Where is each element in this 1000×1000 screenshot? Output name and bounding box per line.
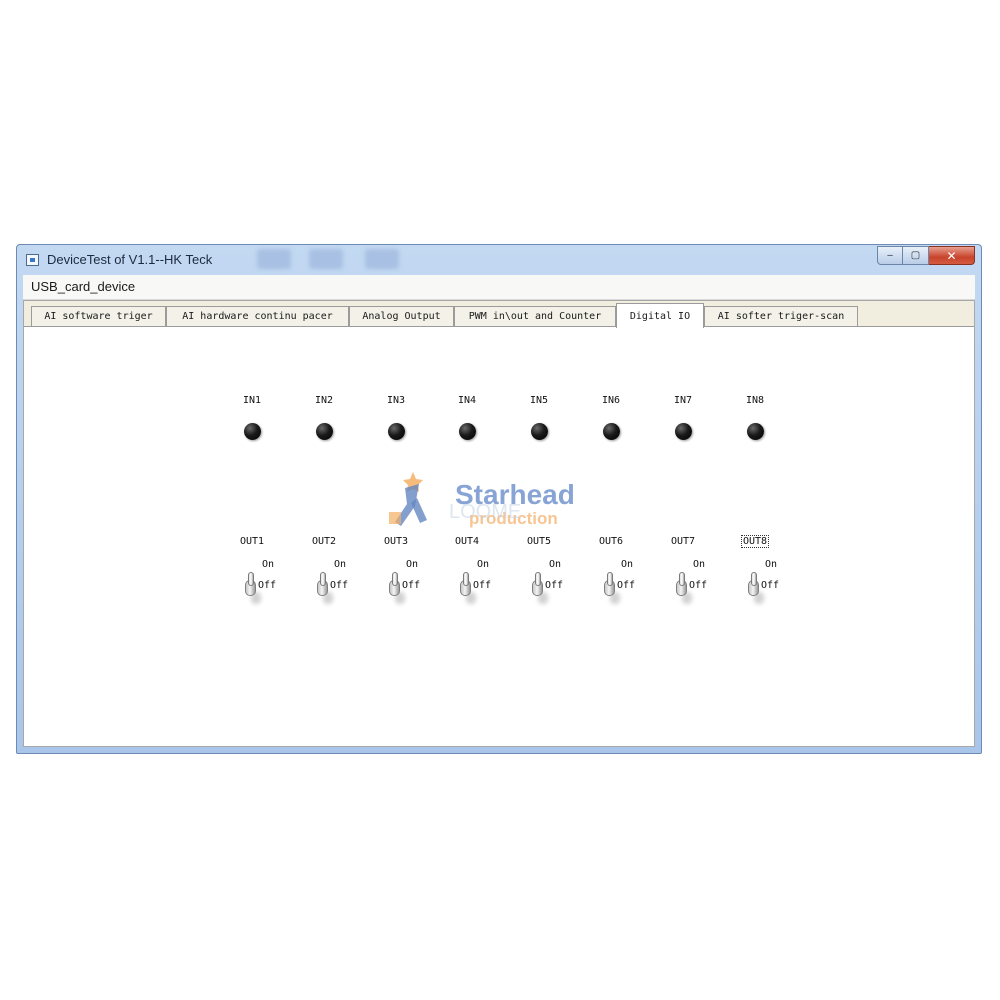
input-led-1 bbox=[244, 423, 261, 440]
maximize-icon: ▢ bbox=[910, 250, 921, 261]
title-bar-blur bbox=[309, 249, 343, 269]
input-led-4 bbox=[459, 423, 476, 440]
input-label-7: IN7 bbox=[673, 395, 693, 406]
output-label-text: OUT8 bbox=[740, 535, 770, 548]
output-on-label-1: On bbox=[262, 559, 275, 570]
output-label-5: OUT5 bbox=[517, 536, 561, 547]
minimize-icon: ‒ bbox=[886, 250, 894, 261]
tab-digital-io[interactable]: Digital IO bbox=[616, 303, 704, 328]
output-off-label-8: Off bbox=[761, 580, 780, 591]
output-label-text: OUT4 bbox=[454, 536, 480, 547]
output-label-text: OUT2 bbox=[311, 536, 337, 547]
output-label-text: OUT3 bbox=[383, 536, 409, 547]
toggle-lever-icon bbox=[535, 572, 541, 586]
output-label-3: OUT3 bbox=[374, 536, 418, 547]
output-toggle-switch-7[interactable] bbox=[676, 572, 692, 604]
output-label-text: OUT7 bbox=[670, 536, 696, 547]
output-off-label-3: Off bbox=[402, 580, 421, 591]
title-bar-blur bbox=[257, 249, 291, 269]
close-icon: ✕ bbox=[946, 248, 957, 263]
tab-strip: AI software triger AI hardware continu p… bbox=[24, 301, 974, 328]
menu-bar: USB_card_device bbox=[23, 275, 975, 300]
input-label-8: IN8 bbox=[745, 395, 765, 406]
toggle-lever-icon bbox=[751, 572, 757, 586]
toggle-lever-icon bbox=[248, 572, 254, 586]
window-title: DeviceTest of V1.1--HK Teck bbox=[47, 252, 213, 267]
output-on-label-5: On bbox=[549, 559, 562, 570]
output-toggle-switch-1[interactable] bbox=[245, 572, 261, 604]
output-label-text: OUT1 bbox=[239, 536, 265, 547]
input-label-5: IN5 bbox=[529, 395, 549, 406]
output-on-label-8: On bbox=[765, 559, 778, 570]
output-label-4: OUT4 bbox=[445, 536, 489, 547]
watermark-ghost: LOOME bbox=[449, 501, 521, 523]
input-label-3: IN3 bbox=[386, 395, 406, 406]
output-toggle-switch-2[interactable] bbox=[317, 572, 333, 604]
starhead-logo-icon bbox=[389, 472, 427, 526]
window-controls: ‒ ▢ ✕ bbox=[877, 246, 975, 266]
output-off-label-6: Off bbox=[617, 580, 636, 591]
app-icon[interactable] bbox=[26, 254, 39, 266]
tab-pwm-counter[interactable]: PWM in\out and Counter bbox=[454, 306, 616, 326]
output-toggle-switch-3[interactable] bbox=[389, 572, 405, 604]
tab-ai-software-triger[interactable]: AI software triger bbox=[31, 306, 166, 326]
toggle-lever-icon bbox=[320, 572, 326, 586]
input-led-6 bbox=[603, 423, 620, 440]
toggle-lever-icon bbox=[679, 572, 685, 586]
output-label-7: OUT7 bbox=[661, 536, 705, 547]
watermark-logo: Starhead production LOOME bbox=[389, 472, 575, 528]
output-label-text: OUT6 bbox=[598, 536, 624, 547]
tab-label: Analog Output bbox=[362, 311, 441, 322]
output-label-6: OUT6 bbox=[589, 536, 633, 547]
output-label-text: OUT5 bbox=[526, 536, 552, 547]
output-off-label-4: Off bbox=[473, 580, 492, 591]
title-bar[interactable]: DeviceTest of V1.1--HK Teck ‒ ▢ ✕ bbox=[17, 245, 981, 275]
maximize-button[interactable]: ▢ bbox=[903, 246, 929, 265]
input-led-2 bbox=[316, 423, 333, 440]
output-toggle-switch-8[interactable] bbox=[748, 572, 764, 604]
input-led-5 bbox=[531, 423, 548, 440]
tab-ai-softer-triger-scan[interactable]: AI softer triger-scan bbox=[704, 306, 858, 326]
input-led-7 bbox=[675, 423, 692, 440]
close-button[interactable]: ✕ bbox=[929, 246, 975, 265]
output-label-8: OUT8 bbox=[733, 535, 777, 548]
input-label-6: IN6 bbox=[601, 395, 621, 406]
digital-io-panel bbox=[24, 327, 974, 746]
output-on-label-7: On bbox=[693, 559, 706, 570]
output-on-label-2: On bbox=[334, 559, 347, 570]
output-toggle-switch-4[interactable] bbox=[460, 572, 476, 604]
output-off-label-1: Off bbox=[258, 580, 277, 591]
toggle-lever-icon bbox=[463, 572, 469, 586]
output-off-label-2: Off bbox=[330, 580, 349, 591]
title-bar-blur bbox=[365, 249, 399, 269]
tab-label: Digital IO bbox=[629, 310, 691, 322]
output-label-1: OUT1 bbox=[230, 536, 274, 547]
tab-label: AI hardware continu pacer bbox=[182, 311, 333, 322]
minimize-button[interactable]: ‒ bbox=[877, 246, 903, 265]
tab-ai-hardware-continu-pacer[interactable]: AI hardware continu pacer bbox=[166, 306, 349, 326]
input-led-3 bbox=[388, 423, 405, 440]
tab-label: PWM in\out and Counter bbox=[468, 311, 602, 322]
output-on-label-4: On bbox=[477, 559, 490, 570]
toggle-lever-icon bbox=[607, 572, 613, 586]
tab-label: AI software triger bbox=[44, 311, 153, 322]
output-off-label-7: Off bbox=[689, 580, 708, 591]
output-on-label-3: On bbox=[406, 559, 419, 570]
tab-label: AI softer triger-scan bbox=[717, 311, 845, 322]
tab-analog-output[interactable]: Analog Output bbox=[349, 306, 454, 326]
toggle-lever-icon bbox=[392, 572, 398, 586]
input-label-1: IN1 bbox=[242, 395, 262, 406]
output-off-label-5: Off bbox=[545, 580, 564, 591]
input-led-8 bbox=[747, 423, 764, 440]
output-on-label-6: On bbox=[621, 559, 634, 570]
output-toggle-switch-5[interactable] bbox=[532, 572, 548, 604]
output-label-2: OUT2 bbox=[302, 536, 346, 547]
input-label-4: IN4 bbox=[457, 395, 477, 406]
output-toggle-switch-6[interactable] bbox=[604, 572, 620, 604]
menu-usb-card-device[interactable]: USB_card_device bbox=[31, 279, 135, 294]
input-label-2: IN2 bbox=[314, 395, 334, 406]
